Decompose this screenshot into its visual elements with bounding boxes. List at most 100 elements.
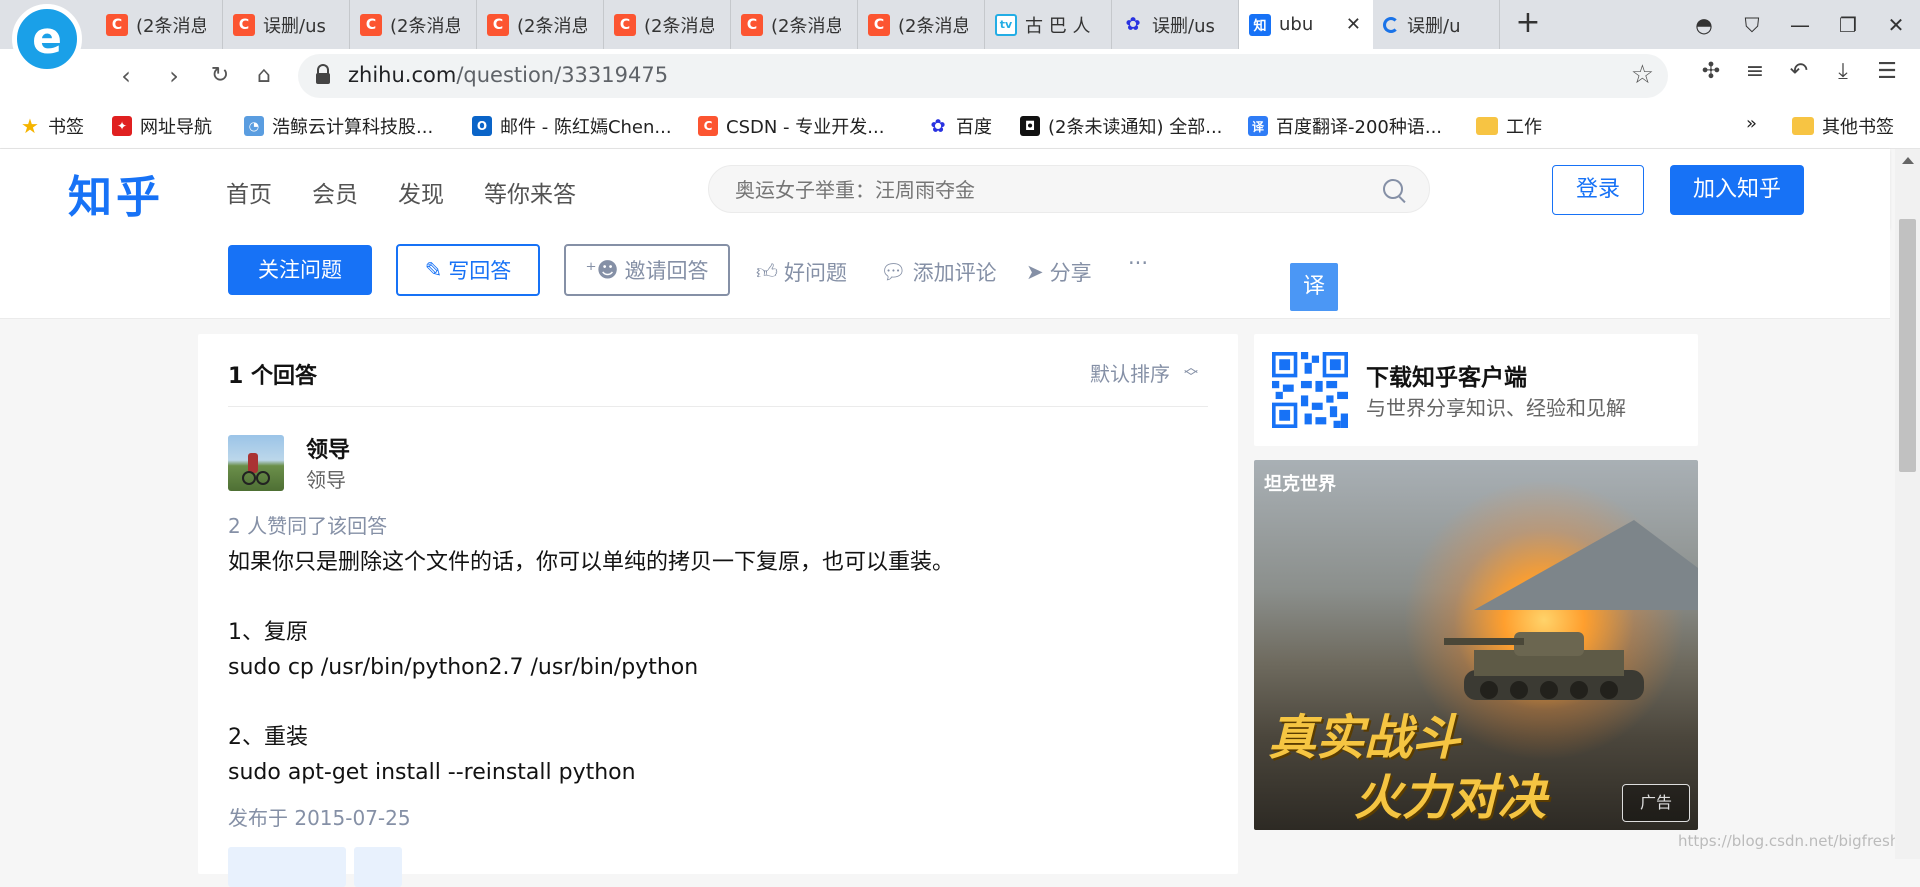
nav-waiting[interactable]: 等你来答 <box>484 175 576 209</box>
scroll-up-arrow-icon[interactable] <box>1902 157 1914 164</box>
shirt-icon[interactable]: ⛉ <box>1728 13 1776 37</box>
nav-site-icon: ✦ <box>112 116 132 136</box>
bookmark-label: 百度 <box>956 117 992 138</box>
app-card-subtitle: 与世界分享知识、经验和见解 <box>1366 396 1626 420</box>
browser-tab[interactable]: 误删/u <box>1373 0 1500 49</box>
csdn-icon: C <box>614 13 636 36</box>
scroll-thumb[interactable] <box>1899 219 1916 472</box>
loading-icon <box>1383 16 1399 33</box>
watermark: https://blog.csdn.net/bigfresh_chy <box>1678 832 1920 850</box>
write-answer-button[interactable]: ✎ 写回答 <box>396 244 540 296</box>
reload-icon[interactable]: ↻ <box>204 60 236 92</box>
share-button[interactable]: ➤ 分享 <box>1026 257 1092 287</box>
forward-icon[interactable]: › <box>158 60 190 92</box>
address-bar[interactable]: zhihu.com/question/33319475 ☆ <box>298 54 1668 98</box>
bookmark-item[interactable]: ✿ 百度 <box>928 113 992 139</box>
nav-explore[interactable]: 发现 <box>398 175 444 209</box>
page-scrollbar[interactable] <box>1895 149 1920 859</box>
browser-tool-icons: ✣ ≡ ↶ ⤓ ☰ <box>1696 59 1902 84</box>
nav-vip[interactable]: 会员 <box>312 175 358 209</box>
login-button[interactable]: 登录 <box>1552 165 1644 215</box>
csdn-icon: C <box>698 116 718 136</box>
divider <box>228 406 1208 407</box>
tab-label: (2条消息 <box>898 15 968 37</box>
more-button[interactable]: ··· <box>1128 251 1148 275</box>
bookmark-item[interactable]: C CSDN - 专业开发... <box>698 113 884 139</box>
close-window-icon[interactable]: ✕ <box>1872 13 1920 37</box>
answer-actions <box>228 847 402 887</box>
search-icon[interactable] <box>1383 179 1403 199</box>
bookmarks-overflow[interactable]: » <box>1746 113 1757 134</box>
bookmark-label: 邮件 - 陈红嫣Chen... <box>500 117 672 138</box>
publish-date[interactable]: 发布于 2015-07-25 <box>228 802 411 831</box>
thumbs-up-icon: 👍︎ <box>756 260 778 284</box>
new-tab-button[interactable]: + <box>1512 8 1544 40</box>
bookmark-folder[interactable]: 工作 <box>1476 113 1542 139</box>
write-answer-label: 写回答 <box>448 259 512 283</box>
home-icon[interactable]: ⌂ <box>248 60 280 92</box>
restore-icon[interactable]: ❐ <box>1824 13 1872 37</box>
bookmark-label: 书签 <box>48 117 84 138</box>
bookmark-label: » <box>1746 113 1758 134</box>
undo-icon[interactable]: ↶ <box>1784 59 1814 84</box>
notification-icon: ◘ <box>1020 116 1040 136</box>
menu-icon[interactable]: ☰ <box>1872 59 1902 84</box>
browser-tab[interactable]: C 误删/us <box>223 0 350 49</box>
add-comment-button[interactable]: 💬︎ 添加评论 <box>880 257 997 287</box>
sort-label: 默认排序 <box>1090 362 1170 386</box>
bookmark-folder[interactable]: 其他书签 <box>1792 113 1894 139</box>
nav-home[interactable]: 首页 <box>226 175 272 209</box>
bookmark-item[interactable]: O 邮件 - 陈红嫣Chen... <box>472 113 672 139</box>
extensions-icon[interactable]: ✣ <box>1696 59 1726 84</box>
follow-question-button[interactable]: 关注问题 <box>228 245 372 295</box>
advertisement-banner[interactable]: 坦克世界 真实战斗 火力对决 广告 <box>1254 460 1698 830</box>
browser-logo-icon[interactable]: e <box>12 4 82 74</box>
share-label: 分享 <box>1049 261 1092 285</box>
translate-button[interactable]: 译 <box>1290 263 1338 311</box>
zhihu-logo[interactable]: 知乎 <box>68 161 164 225</box>
csdn-icon: C <box>741 13 763 36</box>
answer-paragraph: 1、复原 sudo cp /usr/bin/python2.7 /usr/bin/… <box>228 615 954 685</box>
ad-slogan: 火力对决 <box>1354 770 1547 826</box>
join-button[interactable]: 加入知乎 <box>1670 165 1804 215</box>
answer-count: 1 个回答 <box>228 364 317 389</box>
playlist-icon[interactable]: ≡ <box>1740 59 1770 84</box>
outlook-icon: O <box>472 116 492 136</box>
incognito-icon[interactable]: ◓ <box>1680 13 1728 37</box>
bookmark-item[interactable]: ✦ 网址导航 <box>112 113 212 139</box>
translate-icon: 译 <box>1248 116 1268 136</box>
close-tab-icon[interactable]: ✕ <box>1346 14 1361 35</box>
ad-brand: 坦克世界 <box>1264 474 1336 495</box>
vote-up-button[interactable] <box>228 847 346 887</box>
download-icon[interactable]: ⤓ <box>1828 59 1858 84</box>
browser-tab[interactable]: C (2条消息 <box>96 0 223 49</box>
browser-tab[interactable]: C (2条消息 <box>731 0 858 49</box>
browser-tab[interactable]: 知 ubu ✕ <box>1239 0 1373 49</box>
browser-tab[interactable]: C (2条消息 <box>350 0 477 49</box>
invite-answer-button[interactable]: ⁺☻ 邀请回答 <box>564 244 730 296</box>
good-question-label: 好问题 <box>783 261 847 285</box>
browser-tab[interactable]: C (2条消息 <box>858 0 985 49</box>
bookmark-item[interactable]: ★ 书签 <box>20 113 84 139</box>
back-icon[interactable]: ‹ <box>110 60 142 92</box>
pencil-icon: ✎ <box>424 258 443 282</box>
browser-tab[interactable]: ✿ 误删/us <box>1112 0 1239 49</box>
vote-down-button[interactable] <box>354 847 402 887</box>
bookmark-label: 网址导航 <box>140 117 212 138</box>
tab-label: ubu <box>1279 14 1314 35</box>
folder-icon <box>1476 117 1498 135</box>
browser-tab[interactable]: C (2条消息 <box>477 0 604 49</box>
bookmark-item[interactable]: ◘ (2条未读通知) 全部... <box>1020 113 1222 139</box>
bookmark-star-icon[interactable]: ☆ <box>1631 60 1654 90</box>
bookmark-item[interactable]: ◔ 浩鲸云计算科技股... <box>244 113 433 139</box>
bookmark-item[interactable]: 译百度翻译-200种语... <box>1248 113 1442 139</box>
sort-dropdown[interactable]: 默认排序 ︿ ﹀ <box>1090 358 1198 387</box>
browser-tab[interactable]: tv 古 巴 人 <box>985 0 1112 49</box>
good-question-button[interactable]: 👍︎ 好问题 <box>756 257 847 287</box>
author-name[interactable]: 领导 <box>306 432 350 464</box>
search-input[interactable] <box>733 176 1357 204</box>
minimize-icon[interactable]: — <box>1776 13 1824 37</box>
avatar[interactable] <box>228 435 284 491</box>
browser-tab[interactable]: C (2条消息 <box>604 0 731 49</box>
download-app-card[interactable]: 下载知乎客户端 与世界分享知识、经验和见解 <box>1254 334 1698 446</box>
